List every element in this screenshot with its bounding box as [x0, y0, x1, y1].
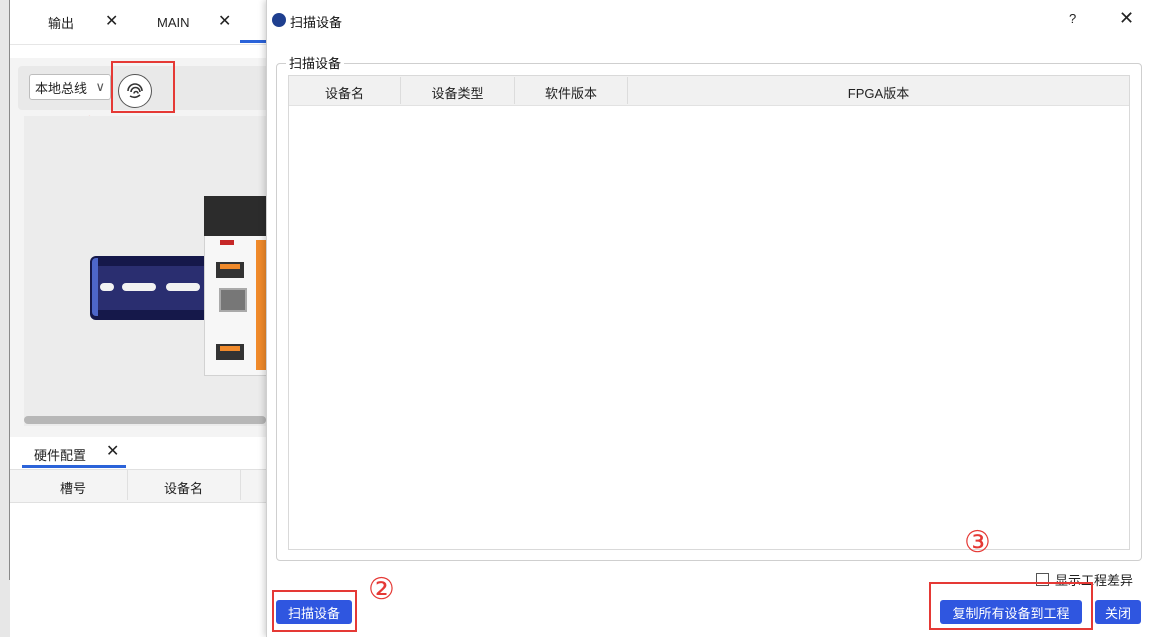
plc-module-header [204, 196, 266, 236]
tab-main-label: MAIN [157, 14, 190, 30]
bottom-tab-indicator [22, 465, 126, 468]
highlight-box-2 [272, 590, 357, 632]
tab-main[interactable]: MAIN [157, 0, 190, 44]
hw-col-device-name: 设备名 [164, 481, 204, 496]
plc-indicator [220, 240, 234, 245]
tab-output-label: 输出 [48, 15, 75, 31]
tab-main-close-icon[interactable]: ✕ [218, 11, 231, 31]
device-table[interactable] [288, 75, 1130, 550]
tab-output-close-icon[interactable]: ✕ [105, 11, 118, 31]
dialog-title: 扫描设备 [290, 15, 343, 30]
col-device-type[interactable]: 设备类型 [401, 83, 514, 102]
plc-terminal-orange [220, 264, 240, 269]
din-rail-slot [166, 283, 200, 291]
annotation-number-3: ③ [964, 526, 991, 559]
app-logo-icon [272, 13, 286, 27]
hw-col-slot: 槽号 [60, 481, 87, 496]
group-title: 扫描设备 [286, 53, 345, 72]
din-rail-slot [122, 283, 156, 291]
plc-terminal-orange [220, 346, 240, 351]
hw-col-divider [240, 470, 241, 500]
tab-hardware-config[interactable]: 硬件配置 [34, 445, 86, 464]
close-button[interactable]: 关闭 [1095, 600, 1141, 624]
hw-col-divider [127, 470, 128, 500]
col-device-name[interactable]: 设备名 [289, 83, 400, 102]
din-rail-slot [100, 283, 114, 291]
highlight-box-1 [111, 61, 175, 113]
plc-ethernet-port [219, 288, 247, 312]
tab-hardware-config-close-icon[interactable]: ✕ [106, 441, 119, 461]
annotation-number-2: ② [368, 573, 395, 606]
help-icon[interactable]: ? [1069, 11, 1076, 26]
active-tab-indicator [240, 40, 266, 43]
bus-select-value: 本地总线 [35, 80, 88, 96]
canvas-horizontal-scrollbar[interactable] [24, 416, 266, 424]
plc-terminal-strip [256, 240, 266, 370]
bus-select[interactable]: 本地总线 ∨ [29, 74, 111, 100]
chevron-down-icon: ∨ [95, 79, 105, 94]
din-rail-edge [92, 258, 98, 316]
hw-table-header [10, 469, 266, 503]
tab-output[interactable]: 输出 [48, 0, 74, 44]
close-icon[interactable]: ✕ [1119, 8, 1134, 29]
highlight-box-3 [929, 582, 1093, 630]
col-software-version[interactable]: 软件版本 [515, 83, 627, 102]
col-fpga-version[interactable]: FPGA版本 [628, 83, 1129, 102]
